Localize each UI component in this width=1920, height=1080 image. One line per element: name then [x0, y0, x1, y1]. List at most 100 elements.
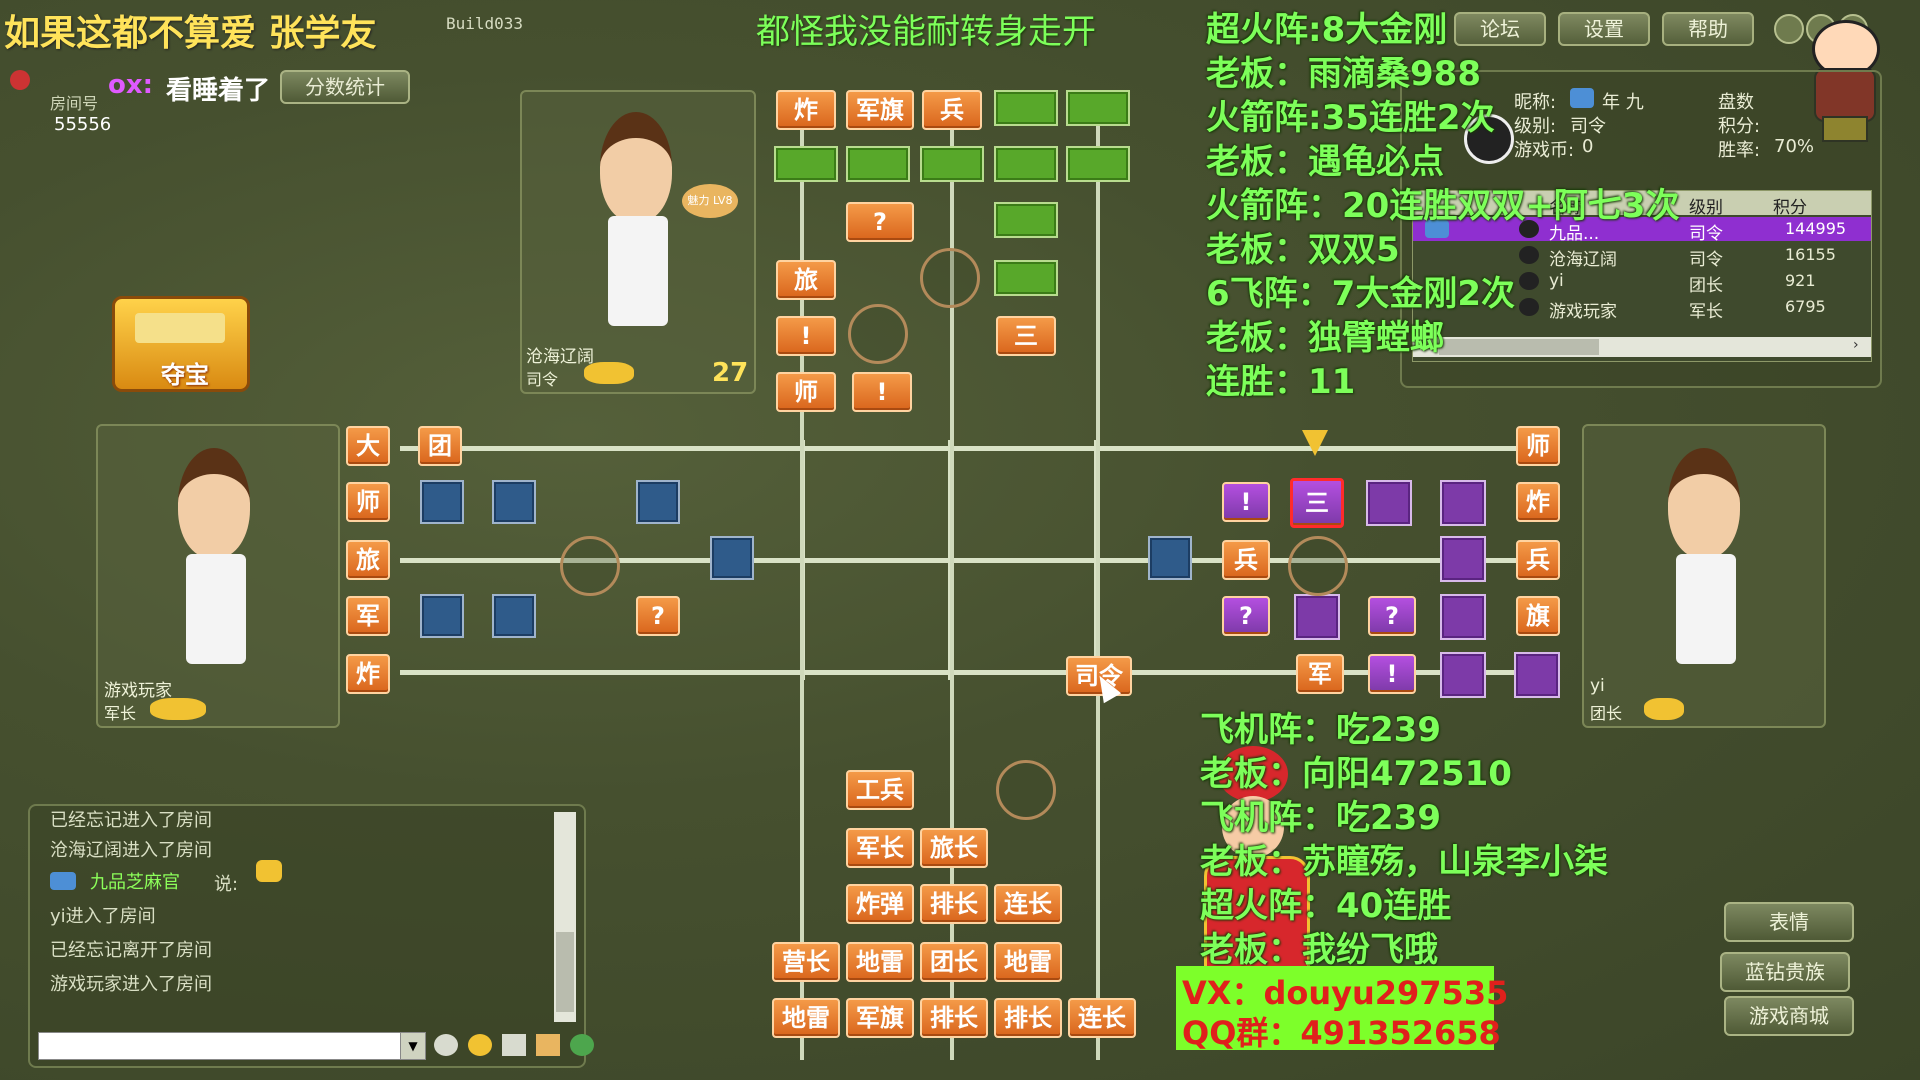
- row-level: 司令: [1689, 250, 1723, 270]
- top-banner-text: 都怪我没能耐转身走开: [756, 12, 1096, 52]
- board-piece[interactable]: !: [1368, 654, 1416, 694]
- top-player-rank: 司令: [526, 370, 559, 389]
- board-piece[interactable]: 炸: [776, 90, 836, 130]
- scroll-right-icon[interactable]: ›: [1853, 337, 1859, 353]
- nickname-value: 年 九: [1602, 92, 1644, 113]
- board-piece[interactable]: 军: [1296, 654, 1344, 694]
- help-button[interactable]: 帮助: [1662, 12, 1754, 46]
- globe-icon[interactable]: [570, 1034, 594, 1056]
- games-label: 盘数: [1718, 92, 1754, 113]
- treasure-chest-icon[interactable]: 夺宝: [112, 296, 250, 392]
- board-piece[interactable]: ?: [636, 596, 680, 636]
- top-player-card[interactable]: 魅力 LV8 沧海辽阔 司令 27: [520, 90, 756, 394]
- board-piece[interactable]: 三: [996, 316, 1056, 356]
- board-piece[interactable]: 炸: [1516, 482, 1560, 522]
- left-player-avatar: [178, 448, 250, 558]
- board-piece[interactable]: 团: [418, 426, 462, 466]
- overlay-line: 老板：我纷飞哦: [1200, 930, 1438, 970]
- board-piece[interactable]: 大: [346, 426, 390, 466]
- contact-box: VX：douyu297535 QQ群：491352658: [1176, 966, 1508, 1052]
- overlay-line: 火箭阵：20连胜双双+阿七3次: [1206, 186, 1680, 226]
- board-piece[interactable]: 军: [346, 596, 390, 636]
- board-piece[interactable]: ?: [846, 202, 914, 242]
- board-piece[interactable]: 排长: [920, 998, 988, 1038]
- board-piece[interactable]: 旗: [1516, 596, 1560, 636]
- score-stats-button[interactable]: 分数统计: [280, 70, 410, 104]
- table-scrollbar[interactable]: ‹ ›: [1413, 337, 1871, 357]
- user-avatar-icon: [10, 70, 30, 90]
- right-player-card[interactable]: yi 团长: [1582, 424, 1826, 728]
- board-piece[interactable]: 军旗: [846, 998, 914, 1038]
- row-score: 16155: [1785, 245, 1836, 264]
- board-piece[interactable]: ?: [1222, 596, 1270, 636]
- rank-stars-icon: [150, 698, 206, 720]
- board-piece[interactable]: 工兵: [846, 770, 914, 810]
- table-row[interactable]: 沧海辽阔 司令 16155: [1413, 243, 1871, 270]
- left-player-rank: 军长: [104, 704, 137, 723]
- board-piece[interactable]: 营长: [772, 942, 840, 982]
- chat-user-text: 看睡着了: [166, 76, 271, 106]
- board-piece[interactable]: 排长: [994, 998, 1062, 1038]
- row-level: 军长: [1689, 302, 1723, 322]
- charm-badge: 魅力 LV8: [682, 184, 738, 218]
- board-piece[interactable]: 师: [346, 482, 390, 522]
- game-store-button[interactable]: 游戏商城: [1724, 996, 1854, 1036]
- chat-bubble-icon[interactable]: [434, 1034, 458, 1056]
- right-player-rank: 团长: [1590, 704, 1623, 723]
- chat-message: yi进入了房间: [50, 906, 156, 927]
- thumbs-up-icon: [256, 860, 282, 882]
- board-piece[interactable]: 连长: [1068, 998, 1136, 1038]
- board-piece[interactable]: 排长: [920, 884, 988, 924]
- board-piece[interactable]: 旅: [346, 540, 390, 580]
- scroll-thumb[interactable]: [1439, 339, 1599, 355]
- board-piece[interactable]: ?: [1368, 596, 1416, 636]
- diamond-icon: [50, 872, 76, 890]
- board-piece[interactable]: 炸: [346, 654, 390, 694]
- chat-scroll-thumb[interactable]: [556, 932, 574, 1012]
- board-piece[interactable]: 旅: [776, 260, 836, 300]
- turn-timer: 27: [712, 358, 749, 388]
- board-piece[interactable]: 炸弹: [846, 884, 914, 924]
- chat-message: 沧海辽阔进入了房间: [50, 840, 212, 861]
- emoji-button[interactable]: 表情: [1724, 902, 1854, 942]
- board-piece[interactable]: !: [1222, 482, 1270, 522]
- nickname-label: 昵称:: [1514, 92, 1557, 113]
- emoji-icon[interactable]: [468, 1034, 492, 1056]
- overlay-line: 超火阵:8大金刚: [1206, 10, 1448, 50]
- board-piece[interactable]: 地雷: [994, 942, 1062, 982]
- blue-diamond-button[interactable]: 蓝钻贵族: [1720, 952, 1850, 992]
- board-piece[interactable]: 师: [776, 372, 836, 412]
- board-piece[interactable]: 连长: [994, 884, 1062, 924]
- board-piece[interactable]: 兵: [922, 90, 982, 130]
- right-player-body: [1676, 554, 1736, 664]
- settings-button[interactable]: 设置: [1558, 12, 1650, 46]
- row-score: 6795: [1785, 297, 1826, 316]
- board-piece[interactable]: 军旗: [846, 90, 914, 130]
- board-piece[interactable]: 军长: [846, 828, 914, 868]
- board-piece[interactable]: 地雷: [846, 942, 914, 982]
- chat-speaker-name[interactable]: 九品芝麻官: [90, 868, 180, 894]
- board-piece[interactable]: 师: [1516, 426, 1560, 466]
- board-piece[interactable]: 旅长: [920, 828, 988, 868]
- board-piece[interactable]: !: [852, 372, 912, 412]
- chat-message: 游戏玩家进入了房间: [50, 974, 212, 995]
- chat-message: 已经忘记离开了房间: [50, 940, 212, 961]
- board-piece[interactable]: 三: [1290, 478, 1344, 528]
- board-piece[interactable]: !: [776, 316, 836, 356]
- chat-scrollbar[interactable]: [554, 812, 576, 1022]
- row-score: 921: [1785, 271, 1816, 290]
- forum-button[interactable]: 论坛: [1454, 12, 1546, 46]
- left-player-card[interactable]: 游戏玩家 军长: [96, 424, 340, 728]
- board-piece[interactable]: 团长: [920, 942, 988, 982]
- chat-message: 已经忘记进入了房间: [50, 810, 212, 831]
- speaker-icon[interactable]: [502, 1034, 526, 1056]
- board-piece[interactable]: 兵: [1222, 540, 1270, 580]
- chat-input[interactable]: [38, 1032, 402, 1060]
- board-piece[interactable]: 兵: [1516, 540, 1560, 580]
- header-score: 积分: [1773, 198, 1807, 218]
- board-piece[interactable]: 地雷: [772, 998, 840, 1038]
- header-level: 级别: [1689, 198, 1723, 218]
- chevron-down-icon[interactable]: ▼: [400, 1032, 426, 1060]
- top-player-body: [608, 216, 668, 326]
- wrench-icon[interactable]: [536, 1034, 560, 1056]
